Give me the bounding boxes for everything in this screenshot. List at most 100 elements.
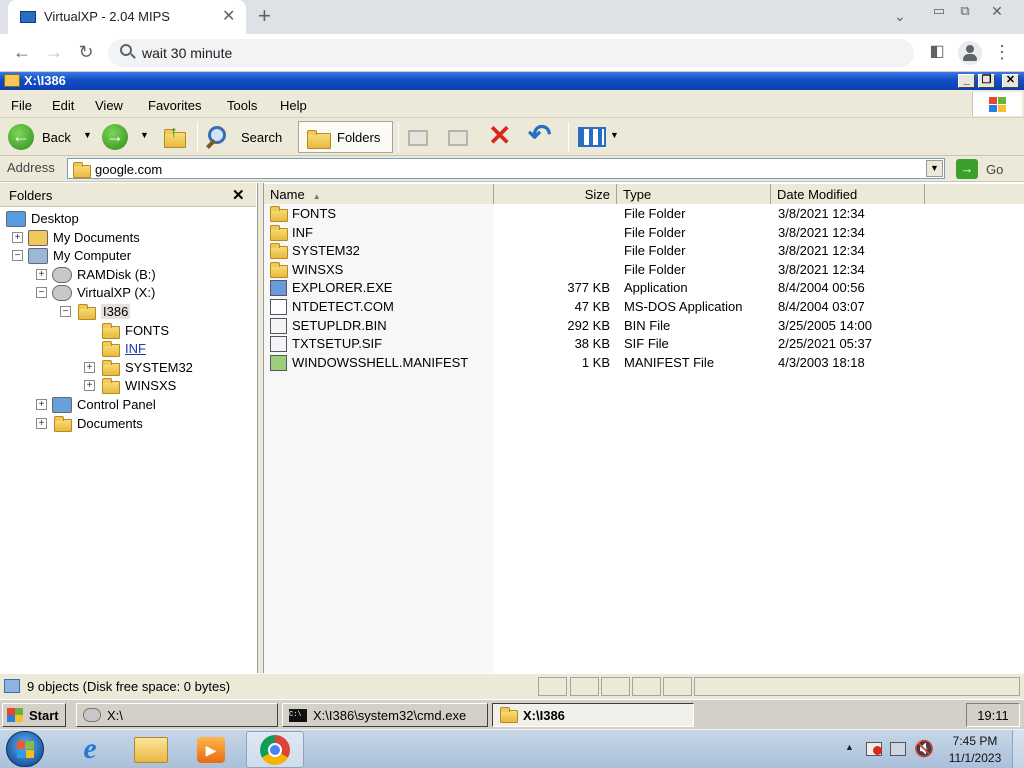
- media-player-icon[interactable]: ▶: [197, 737, 225, 763]
- new-tab-icon[interactable]: +: [258, 5, 271, 27]
- tree-item[interactable]: + Control Panel: [0, 396, 254, 414]
- collapse-icon[interactable]: −: [60, 306, 71, 317]
- address-value[interactable]: google.com: [95, 162, 162, 177]
- omnibox-text[interactable]: wait 30 minute: [142, 45, 232, 61]
- expand-icon[interactable]: +: [36, 268, 47, 280]
- file-row[interactable]: SYSTEM32 File Folder 3/8/2021 12:34: [264, 242, 924, 261]
- tree-item[interactable]: + My Documents: [0, 229, 254, 247]
- folders-button[interactable]: Folders: [298, 121, 393, 153]
- reload-icon[interactable]: ↻: [74, 42, 98, 62]
- cell-type: File Folder: [624, 206, 686, 221]
- expand-icon[interactable]: +: [36, 399, 47, 410]
- action-center-icon[interactable]: [866, 742, 882, 756]
- menu-edit[interactable]: Edit: [52, 98, 74, 113]
- tab-search-icon[interactable]: ⌄: [894, 6, 906, 26]
- folder-icon: [102, 378, 120, 395]
- restore-icon[interactable]: ⧉: [954, 1, 976, 21]
- file-explorer-icon[interactable]: [134, 737, 168, 763]
- tree-item[interactable]: INF: [0, 340, 254, 358]
- menu-help[interactable]: Help: [280, 98, 307, 113]
- go-button[interactable]: → Go: [954, 158, 1018, 180]
- close-pane-icon[interactable]: ✕: [232, 186, 245, 204]
- file-row[interactable]: FONTS File Folder 3/8/2021 12:34: [264, 205, 924, 224]
- close-icon[interactable]: ✕: [986, 1, 1008, 21]
- menu-view[interactable]: View: [95, 98, 123, 113]
- explorer-title-bar[interactable]: X:\I386 _ ❐ ✕: [0, 72, 1024, 90]
- undo-icon[interactable]: ↶: [528, 120, 551, 150]
- folder-icon: [102, 359, 120, 376]
- taskbar-time[interactable]: 7:45 PM: [944, 734, 1006, 748]
- tab-close-icon[interactable]: ✕: [222, 7, 235, 27]
- file-row[interactable]: EXPLORER.EXE 377 KB Application 8/4/2004 00…: [264, 279, 924, 298]
- minimize-icon[interactable]: ▭: [928, 1, 950, 21]
- search-button[interactable]: Search: [204, 122, 292, 152]
- browser-tab[interactable]: VirtualXP - 2.04 MIPS ✕: [8, 0, 246, 34]
- minimize-button[interactable]: _: [958, 74, 975, 88]
- start-button[interactable]: Start: [2, 703, 66, 727]
- back-button[interactable]: ← Back ▼: [4, 122, 96, 152]
- views-button[interactable]: ▼: [576, 124, 620, 150]
- sidebar-icon[interactable]: ◧: [926, 42, 948, 62]
- expand-icon[interactable]: +: [84, 380, 95, 392]
- delete-icon[interactable]: ✕: [488, 121, 511, 151]
- expand-icon[interactable]: +: [36, 417, 47, 429]
- task-button-x-drive[interactable]: X:\: [76, 703, 278, 727]
- menu-file[interactable]: File: [11, 98, 32, 113]
- menu-favorites[interactable]: Favorites: [148, 98, 201, 113]
- file-row[interactable]: SETUPLDR.BIN 292 KB BIN File 3/25/2005 14:0…: [264, 317, 924, 336]
- tree-item[interactable]: − My Computer: [0, 247, 254, 265]
- restore-button[interactable]: ❐: [978, 74, 995, 88]
- column-header-size[interactable]: Size: [494, 184, 617, 204]
- xp-system-tray: 19:11: [966, 703, 1020, 727]
- menu-kebab-icon[interactable]: ⋮: [992, 42, 1012, 62]
- up-folder-icon[interactable]: ↑: [162, 124, 190, 150]
- task-button-cmd[interactable]: C:\ X:\I386\system32\cmd.exe: [282, 703, 488, 727]
- file-row[interactable]: NTDETECT.COM 47 KB MS-DOS Application 8/4/2…: [264, 298, 924, 317]
- file-row[interactable]: WINSXS File Folder 3/8/2021 12:34: [264, 261, 924, 280]
- windows7-start-orb-icon[interactable]: [6, 731, 44, 767]
- tree-item[interactable]: Desktop: [0, 210, 254, 228]
- tree-item[interactable]: FONTS: [0, 322, 254, 340]
- tree-item[interactable]: − I386: [0, 303, 254, 321]
- column-header-date[interactable]: Date Modified: [771, 184, 925, 204]
- internet-explorer-icon[interactable]: e: [74, 734, 106, 764]
- network-icon[interactable]: [890, 742, 906, 756]
- tree-item[interactable]: + Documents: [0, 415, 254, 433]
- file-row[interactable]: WINDOWSSHELL.MANIFEST 1 KB MANIFEST File 4/…: [264, 354, 924, 373]
- close-button[interactable]: ✕: [1002, 74, 1019, 88]
- collapse-icon[interactable]: −: [12, 250, 23, 262]
- go-arrow-icon: →: [956, 159, 978, 179]
- expand-icon[interactable]: +: [12, 231, 23, 243]
- forward-arrow-icon[interactable]: →: [42, 42, 66, 62]
- tree-item[interactable]: + RAMDisk (B:): [0, 266, 254, 284]
- task-button-i386[interactable]: X:\I386: [492, 703, 694, 727]
- file-row[interactable]: INF File Folder 3/8/2021 12:34: [264, 224, 924, 243]
- tree-item[interactable]: + SYSTEM32: [0, 359, 254, 377]
- copy-to-icon[interactable]: [446, 126, 472, 148]
- profile-avatar[interactable]: [958, 41, 982, 65]
- expand-icon[interactable]: +: [84, 361, 95, 373]
- taskbar-date[interactable]: 11/1/2023: [944, 751, 1006, 765]
- move-to-icon[interactable]: [406, 126, 432, 148]
- show-hidden-icons-icon[interactable]: ▲: [845, 742, 854, 752]
- address-field[interactable]: google.com ▼: [67, 158, 945, 179]
- file-row[interactable]: TXTSETUP.SIF 38 KB SIF File 2/25/2021 05:37: [264, 335, 924, 354]
- show-desktop-button[interactable]: [1012, 730, 1024, 768]
- back-dropdown-icon[interactable]: ▼: [83, 130, 92, 140]
- cell-date: 3/8/2021 12:34: [778, 206, 865, 221]
- column-header-name[interactable]: Name ▲: [264, 184, 494, 204]
- collapse-icon[interactable]: −: [36, 287, 47, 299]
- forward-dropdown-icon[interactable]: ▼: [140, 130, 149, 140]
- omnibox[interactable]: wait 30 minute: [108, 39, 914, 67]
- address-dropdown-icon[interactable]: ▼: [926, 160, 943, 177]
- forward-button[interactable]: → ▼: [100, 124, 150, 152]
- chrome-taskbar-button[interactable]: [246, 731, 304, 768]
- menu-tools[interactable]: Tools: [227, 98, 257, 113]
- column-header-type[interactable]: Type: [617, 184, 771, 204]
- cell-date: 3/25/2005 14:00: [778, 317, 872, 333]
- tree-item[interactable]: + WINSXS: [0, 377, 254, 395]
- tree-item[interactable]: − VirtualXP (X:): [0, 284, 254, 302]
- volume-muted-icon[interactable]: 🔇: [914, 739, 934, 759]
- back-arrow-icon[interactable]: ←: [10, 42, 34, 62]
- window-icon: [4, 74, 20, 87]
